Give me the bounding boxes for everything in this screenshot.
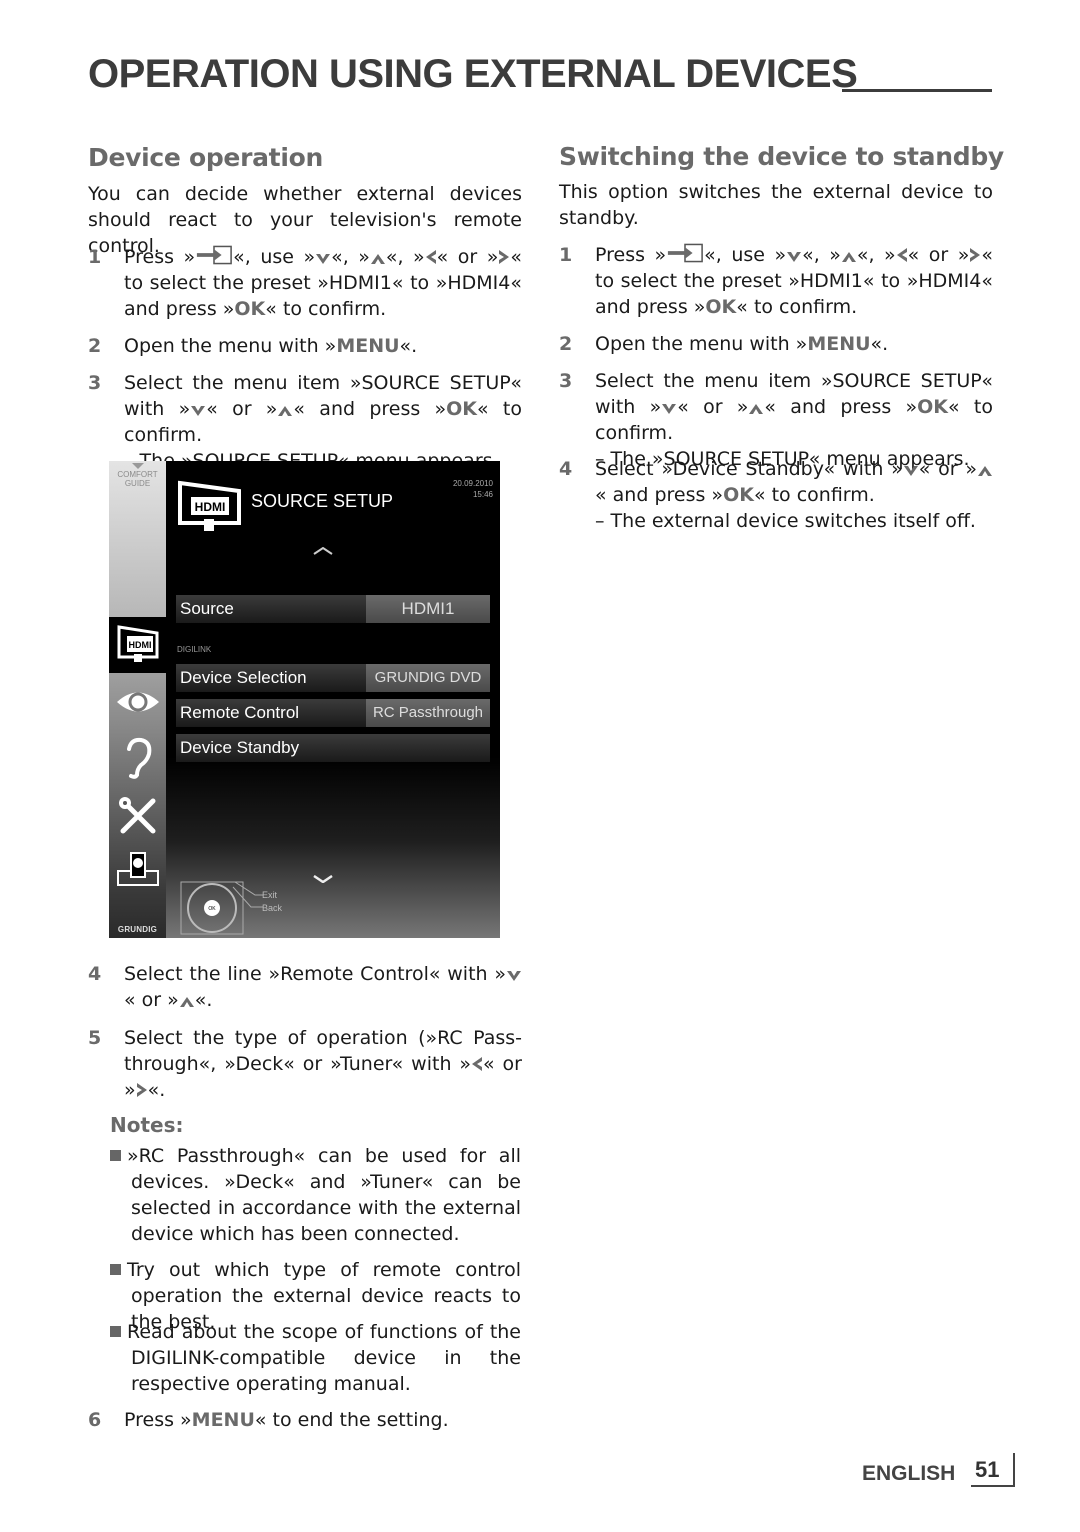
left-step-4: 4 Select the line »Remote Control« with … xyxy=(88,961,522,1015)
comfort-guide-label[interactable]: COMFORT GUIDE xyxy=(109,470,166,488)
right-step-4: 4 Select »Device Standby« with » « or »« … xyxy=(559,456,993,536)
footer-language: ENGLISH xyxy=(862,1462,956,1485)
tv-menu-screenshot: COMFORT GUIDE HDMI GRUNDIG HDMI SOURCE S… xyxy=(109,461,500,938)
title-rule xyxy=(842,89,992,92)
arrow-left-icon xyxy=(471,1056,483,1072)
step-number: 1 xyxy=(88,246,102,268)
eye-icon[interactable] xyxy=(115,681,161,723)
left-step-3: 3 Select the menu item »SOURCE SETUP« wi… xyxy=(88,372,522,472)
hdmi-source-icon: HDMI xyxy=(178,480,241,531)
nav-back-label: Back xyxy=(262,903,283,913)
grundig-logo: GRUNDIG xyxy=(117,925,158,934)
arrow-up-icon xyxy=(977,465,993,477)
arrow-up-icon xyxy=(841,251,857,263)
note-item: »RC Passthrough« can be used for all dev… xyxy=(110,1143,521,1247)
left-step-2: 2 Open the menu with »MENU«. xyxy=(88,335,418,357)
menu-row-remote-control[interactable]: Remote Control RC Passthrough xyxy=(176,699,490,727)
left-step-5: 5 Select the type of operation (»RC Pass… xyxy=(88,1027,522,1101)
menu-row-source[interactable]: Source HDMI1 xyxy=(176,595,490,623)
scroll-up-icon[interactable] xyxy=(313,547,333,555)
triangle-down-icon xyxy=(132,463,144,469)
bullet-square-icon xyxy=(110,1264,121,1275)
input-source-icon xyxy=(666,243,704,263)
arrow-down-icon xyxy=(506,970,522,982)
arrow-right-icon xyxy=(136,1082,148,1098)
right-step-1: 1 Press » «, use » «, » «, » « or » « to sele… xyxy=(559,243,993,318)
footer-rule xyxy=(971,1485,1015,1487)
menu-row-device-standby[interactable]: Device Standby xyxy=(176,734,490,762)
page-title: OPERATION USING EXTERNAL DEVICES xyxy=(88,52,858,96)
arrow-right-icon xyxy=(498,249,510,265)
bullet-square-icon xyxy=(110,1326,121,1337)
ear-icon[interactable] xyxy=(115,737,161,779)
right-step-3: 3 Select the menu item »SOURCE SETUP« wi… xyxy=(559,370,993,470)
section-heading-device-operation: Device operation xyxy=(88,143,323,172)
menu-row-value: GRUNDIG DVD xyxy=(366,664,490,692)
svg-text:HDMI: HDMI xyxy=(195,500,226,514)
digilink-section-label: DIGILINK xyxy=(177,645,212,654)
menu-row-value: RC Passthrough xyxy=(366,699,490,727)
arrow-down-icon xyxy=(786,251,802,263)
page-number: 51 xyxy=(975,1457,1000,1482)
arrow-up-icon xyxy=(179,996,195,1008)
note-item: Read about the scope of functions of the… xyxy=(110,1319,521,1397)
footer-rule-vertical xyxy=(1013,1453,1015,1487)
arrow-up-icon xyxy=(370,253,386,265)
arrow-up-icon xyxy=(277,405,293,417)
hdmi-icon[interactable]: HDMI xyxy=(115,623,161,665)
scroll-down-icon[interactable] xyxy=(313,875,333,883)
arrow-right-icon xyxy=(969,247,981,263)
tools-icon[interactable] xyxy=(115,795,161,837)
menu-title: SOURCE SETUP xyxy=(251,491,394,511)
tv-sidebar: COMFORT GUIDE HDMI GRUNDIG xyxy=(109,461,166,938)
section-heading-standby: Switching the device to standby xyxy=(559,142,1004,171)
arrow-down-icon xyxy=(190,405,206,417)
tv-menu-panel: HDMI SOURCE SETUP 20.09.2010 15:46 Source… xyxy=(166,461,500,938)
arrow-down-icon xyxy=(903,465,919,477)
bullet-square-icon xyxy=(110,1150,121,1161)
svg-text:HDMI: HDMI xyxy=(129,640,152,650)
arrow-down-icon xyxy=(661,403,677,415)
right-step-2: 2 Open the menu with »MENU«. xyxy=(559,333,889,355)
menu-row-device-selection[interactable]: Device Selection GRUNDIG DVD xyxy=(176,664,490,692)
nav-exit-label: Exit xyxy=(262,890,278,900)
arrow-left-icon xyxy=(425,249,437,265)
arrow-down-icon xyxy=(315,253,331,265)
remote-navigation-diagram: OK xyxy=(180,881,263,935)
network-globe-icon[interactable] xyxy=(115,849,161,891)
input-source-icon xyxy=(195,245,233,265)
intro-standby: This option switches the external device… xyxy=(559,181,993,229)
date-time: 20.09.2010 15:46 xyxy=(452,479,493,499)
notes-heading: Notes: xyxy=(110,1113,184,1137)
left-step-1: 1 Press » «, use » «, » «, » « or » « to sele… xyxy=(88,245,522,320)
svg-text:OK: OK xyxy=(208,906,216,912)
arrow-left-icon xyxy=(896,247,908,263)
menu-row-value: HDMI1 xyxy=(366,595,490,623)
arrow-up-icon xyxy=(748,403,764,415)
left-step-6: 6 Press »MENU« to end the setting. xyxy=(88,1409,449,1431)
